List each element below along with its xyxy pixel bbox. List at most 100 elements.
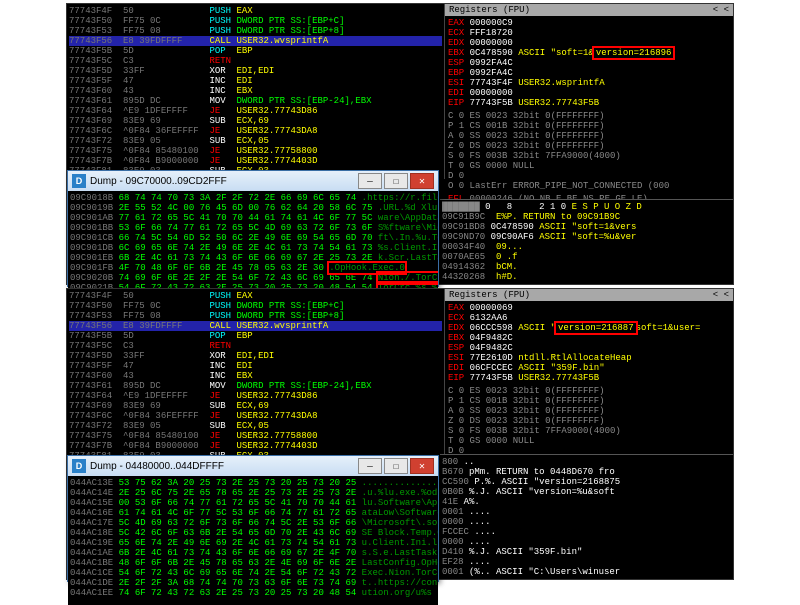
dump-row[interactable]: 044AC1CE 54 6F 72 43 6C 69 65 6E 74 2E 5… [70,568,436,578]
disasm-row[interactable]: 77743F5B 5D POP EBP [69,331,442,341]
disasm-row[interactable]: 77743F5D 33FF XOR EDI,EDI [69,66,442,76]
stack-row[interactable]: 09C91BD8 0C478590 ASCII "soft=1&vers [442,222,731,232]
disasm-row[interactable]: 77743F50 FF75 0C PUSH DWORD PTR SS:[EBP+… [69,16,442,26]
register-row[interactable]: EAX 000000C9 [448,18,730,28]
register-row[interactable]: ESP 0992FA4C [448,58,730,68]
disassembly-pane[interactable]: 77743F4F 50 PUSH EAX77743F50 FF75 0C PUS… [67,4,444,179]
stack-row[interactable]: 09C9ND70 09C90AF6 ASCII "soft=%u&ver [442,232,731,242]
register-row[interactable]: EDI 06CFCCEC ASCII "359F.bin" [448,363,730,373]
stack-row[interactable]: B670 pMm. RETURN to 0448D670 fro [442,467,731,477]
dump-window-1[interactable]: D Dump - 09C70000..09CD2FFF ─ □ ✕ 09C901… [67,170,439,287]
disasm-row[interactable]: 77743F56 E8 39FDFFFF CALL USER32.wvsprin… [69,321,442,331]
disasm-row[interactable]: 77743F75 ^0F84 85480100 JE USER32.777588… [69,146,442,156]
minimize-button[interactable]: ─ [358,173,382,189]
stack-row[interactable]: FCCEC .... [442,527,731,537]
dump-row[interactable]: 044AC1BE 48 6F 6F 6B 2E 45 78 65 63 2E 4… [70,558,436,568]
stack-pane[interactable]: ███████ 0 8 2 1 0 E S P U O Z D09C91B9C … [440,199,733,284]
disasm-row[interactable]: 77743F53 FF75 08 PUSH DWORD PTR SS:[EBP+… [69,26,442,36]
close-button[interactable]: ✕ [410,458,434,474]
dump-row[interactable]: 044AC15E 00 53 6F 66 74 77 61 72 65 5C 4… [70,498,436,508]
register-row[interactable]: EIP 77743F5B USER32.77743F5B [448,373,730,383]
dump-row[interactable]: 044AC16E 61 74 61 4C 6F 77 5C 53 6F 66 7… [70,508,436,518]
disasm-row[interactable]: 77743F56 E8 39FDFFFF CALL USER32.wvsprin… [69,36,442,46]
register-row[interactable]: EBX 04F9482C [448,333,730,343]
register-row[interactable]: EDX 00000000 [448,38,730,48]
maximize-button[interactable]: □ [384,458,408,474]
disasm-row[interactable]: 77743F5D 33FF XOR EDI,EDI [69,351,442,361]
dump-row[interactable]: 09C901DB 6C 69 65 6E 74 2E 49 6E 2E 4C 6… [70,243,436,253]
register-row[interactable]: ECX 6132AA6 [448,313,730,323]
disasm-row[interactable]: 77743F5F 47 INC EDI [69,76,442,86]
stack-row[interactable]: 0B0B %.J. ASCII "version=%u&soft [442,487,731,497]
dump-row[interactable]: 09C901CB 66 74 5C 54 6D 52 50 6C 2E 49 6… [70,233,436,243]
dump-hex-body[interactable]: 044AC13E 53 75 62 3A 20 25 73 2E 25 73 2… [68,476,438,605]
disasm-row[interactable]: 77743F6C ^0F84 36FEFFFF JE USER32.77743D… [69,411,442,421]
register-row[interactable]: EBP 0992FA4C [448,68,730,78]
register-row[interactable]: ESI 77E2610D ntdll.RtlAllocateHeap [448,353,730,363]
dump-row[interactable]: 09C901BB 53 6F 66 74 77 61 72 65 5C 4D 6… [70,223,436,233]
disasm-row[interactable]: 77743F60 43 INC EBX [69,371,442,381]
disasm-row[interactable]: 77743F4F 50 PUSH EAX [69,6,442,16]
register-row[interactable]: ESP 04F9482C [448,343,730,353]
dump-titlebar[interactable]: D Dump - 04480000..044DFFFF ─ □ ✕ [68,456,438,476]
register-row[interactable]: ECX FFF18720 [448,28,730,38]
disasm-row[interactable]: 77743F50 FF75 0C PUSH DWORD PTR SS:[EBP+… [69,301,442,311]
dump-row[interactable]: 044AC17E 5C 4D 69 63 72 6F 73 6F 66 74 5… [70,518,436,528]
stack-row[interactable]: 0001 .... [442,507,731,517]
dump-row[interactable]: 09C901EB 6B 2E 4C 61 73 74 43 6F 6E 66 6… [70,253,436,263]
dump-row[interactable]: 044AC1DE 2E 2F 2F 3A 68 74 74 70 73 63 6… [70,578,436,588]
disasm-row[interactable]: 77743F60 43 INC EBX [69,86,442,96]
disasm-row[interactable]: 77743F5B 5D POP EBP [69,46,442,56]
close-button[interactable]: ✕ [410,173,434,189]
register-row[interactable]: EIP 77743F5B USER32.77743F5B [448,98,730,108]
disasm-row[interactable]: 77743F7B ^0F84 B9000000 JE USER32.777440… [69,441,442,451]
stack-row[interactable]: 0000 .... [442,517,731,527]
disasm-row[interactable]: 77743F5F 47 INC EDI [69,361,442,371]
dump-row[interactable]: 044AC19E 65 6E 74 2E 49 6E 69 2E 4C 61 7… [70,538,436,548]
disasm-row[interactable]: 77743F72 83E9 05 SUB ECX,05 [69,421,442,431]
disasm-row[interactable]: 77743F7B ^0F84 B9000000 JE USER32.777440… [69,156,442,166]
stack-row[interactable]: 0000 .... [442,537,731,547]
stack-row[interactable]: 09C91B9C E%P. RETURN to 09C91B9C [442,212,731,222]
stack-row[interactable]: 44320268 h#D. [442,272,731,282]
stack-row[interactable]: 00034F40 09... [442,242,731,252]
minimize-button[interactable]: ─ [358,458,382,474]
register-row[interactable]: EAX 00000069 [448,303,730,313]
disasm-row[interactable]: 77743F64 ^E9 1DFEFFFF JE USER32.77743D86 [69,106,442,116]
dump-row[interactable]: 09C9020B 74 69 6F 6E 2E 2F 2E 54 6F 72 4… [70,273,436,283]
disasm-row[interactable]: 77743F53 FF75 08 PUSH DWORD PTR SS:[EBP+… [69,311,442,321]
disasm-row[interactable]: 77743F75 ^0F84 85480100 JE USER32.777588… [69,431,442,441]
dump-row[interactable]: 09C9018B 68 74 74 70 73 3A 2F 2F 72 2E 6… [70,193,436,203]
disasm-row[interactable]: 77743F61 895D DC MOV DWORD PTR SS:[EBP-2… [69,96,442,106]
disasm-row[interactable]: 77743F5C C3 RETN [69,56,442,66]
dump-row[interactable]: 044AC1EE 74 6F 72 43 72 63 2E 25 73 20 2… [70,588,436,598]
disasm-row[interactable]: 77743F69 83E9 69 SUB ECX,69 [69,401,442,411]
disasm-row[interactable]: 77743F72 83E9 05 SUB ECX,05 [69,136,442,146]
stack-row[interactable]: 800 .. [442,457,731,467]
stack-pane[interactable]: 800 .. B670 pMm. RETURN to 0448D670 fro … [440,454,733,579]
dump-row[interactable]: 044AC1AE 6B 2E 4C 61 73 74 43 6F 6E 66 6… [70,548,436,558]
stack-row[interactable]: 0070AE65 0 .f [442,252,731,262]
registers-pane[interactable]: Registers (FPU)< < EAX 00000069ECX 6132A… [444,289,733,464]
stack-row[interactable]: ███████ 0 8 2 1 0 E S P U O Z D [442,202,731,212]
register-row[interactable]: EDX 06CCC598 ASCII "version=216887soft=1… [448,323,730,333]
stack-row[interactable]: 41E A%. [442,497,731,507]
dump-row[interactable]: 044AC14E 2E 25 6C 75 2E 65 78 65 2E 25 7… [70,488,436,498]
stack-row[interactable]: D410 %.J. ASCII "359F.bin" [442,547,731,557]
disasm-row[interactable]: 77743F69 83E9 69 SUB ECX,69 [69,116,442,126]
maximize-button[interactable]: □ [384,173,408,189]
stack-row[interactable]: 0001 (%.. ASCII "C:\Users\winuser [442,567,731,577]
register-row[interactable]: EDI 00000000 [448,88,730,98]
stack-row[interactable]: 04914362 bCM. [442,262,731,272]
dump-window-2[interactable]: D Dump - 04480000..044DFFFF ─ □ ✕ 044AC1… [67,455,439,582]
registers-pane[interactable]: Registers (FPU)< < EAX 000000C9ECX FFF18… [444,4,733,179]
dump-row[interactable]: 044AC18E 5C 42 6C 6F 63 6B 2E 54 65 6D 7… [70,528,436,538]
disasm-row[interactable]: 77743F64 ^E9 1DFEFFFF JE USER32.77743D86 [69,391,442,401]
dump-row[interactable]: 09C9019B 2E 55 52 4C 00 76 45 6D 00 76 6… [70,203,436,213]
disassembly-pane[interactable]: 77743F4F 50 PUSH EAX77743F50 FF75 0C PUS… [67,289,444,464]
disasm-row[interactable]: 77743F4F 50 PUSH EAX [69,291,442,301]
disasm-row[interactable]: 77743F5C C3 RETN [69,341,442,351]
dump-titlebar[interactable]: D Dump - 09C70000..09CD2FFF ─ □ ✕ [68,171,438,191]
register-row[interactable]: ESI 77743F4F USER32.wsprintfA [448,78,730,88]
disasm-row[interactable]: 77743F6C ^0F84 36FEFFFF JE USER32.77743D… [69,126,442,136]
